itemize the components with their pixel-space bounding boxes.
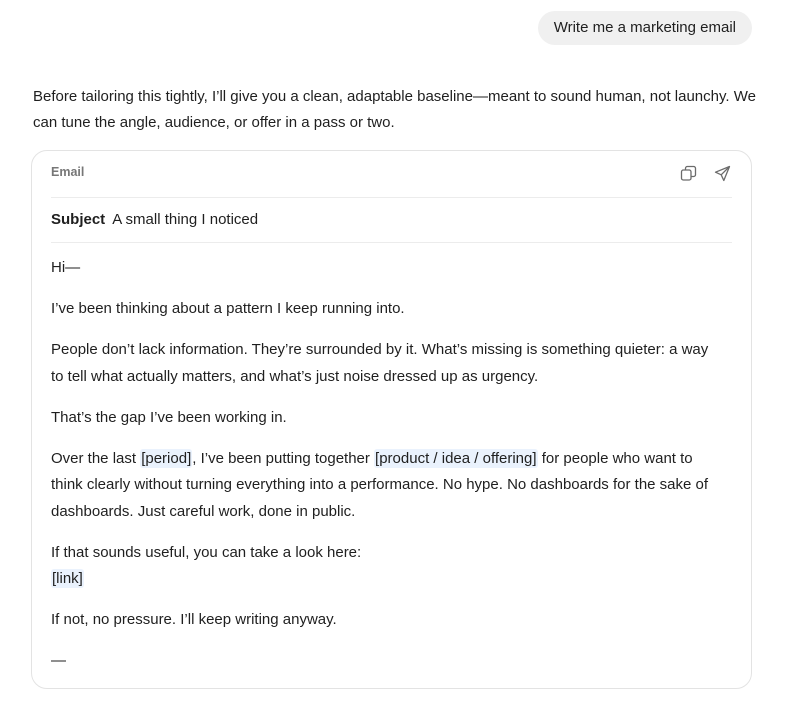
subject-value: A small thing I noticed	[112, 211, 259, 228]
placeholder-period: [period]	[140, 448, 193, 468]
email-paragraph-6: If not, no pressure. I’ll keep writing a…	[51, 611, 337, 628]
email-paragraph-4: Over the last [period], I’ve been puttin…	[51, 446, 723, 526]
email-card-header: Email	[51, 151, 732, 198]
email-paragraph-1: I’ve been thinking about a pattern I kee…	[51, 300, 405, 317]
chat-page: Write me a marketing email Before tailor…	[0, 0, 786, 706]
assistant-intro-text: Before tailoring this tightly, I’ll give…	[33, 88, 756, 131]
email-paragraph-5: If that sounds useful, you can take a lo…	[51, 540, 723, 593]
send-icon[interactable]	[712, 163, 732, 183]
email-signoff: —	[51, 652, 66, 669]
email-paragraph-3: That’s the gap I’ve been working in.	[51, 408, 287, 426]
p5-text: If that sounds useful, you can take a lo…	[51, 543, 362, 561]
email-greeting: Hi—	[51, 259, 81, 276]
p4-text-2: , I’ve been putting together	[192, 449, 375, 467]
email-paragraph-2: People don’t lack information. They’re s…	[51, 341, 709, 385]
email-card-actions	[678, 163, 732, 183]
p4-text-1: Over the last	[51, 449, 141, 467]
email-subject-row: Subject A small thing I noticed	[51, 198, 732, 243]
placeholder-offering: [product / idea / offering]	[374, 448, 538, 468]
subject-key: Subject	[51, 211, 106, 228]
placeholder-link: [link]	[51, 569, 84, 588]
user-message-bubble: Write me a marketing email	[537, 11, 752, 45]
email-card-label: Email	[51, 165, 85, 179]
email-body: Hi— I’ve been thinking about a pattern I…	[51, 255, 723, 689]
copy-icon[interactable]	[678, 163, 698, 183]
email-draft-card: Email Subject A small thing I noticed Hi…	[31, 150, 752, 689]
